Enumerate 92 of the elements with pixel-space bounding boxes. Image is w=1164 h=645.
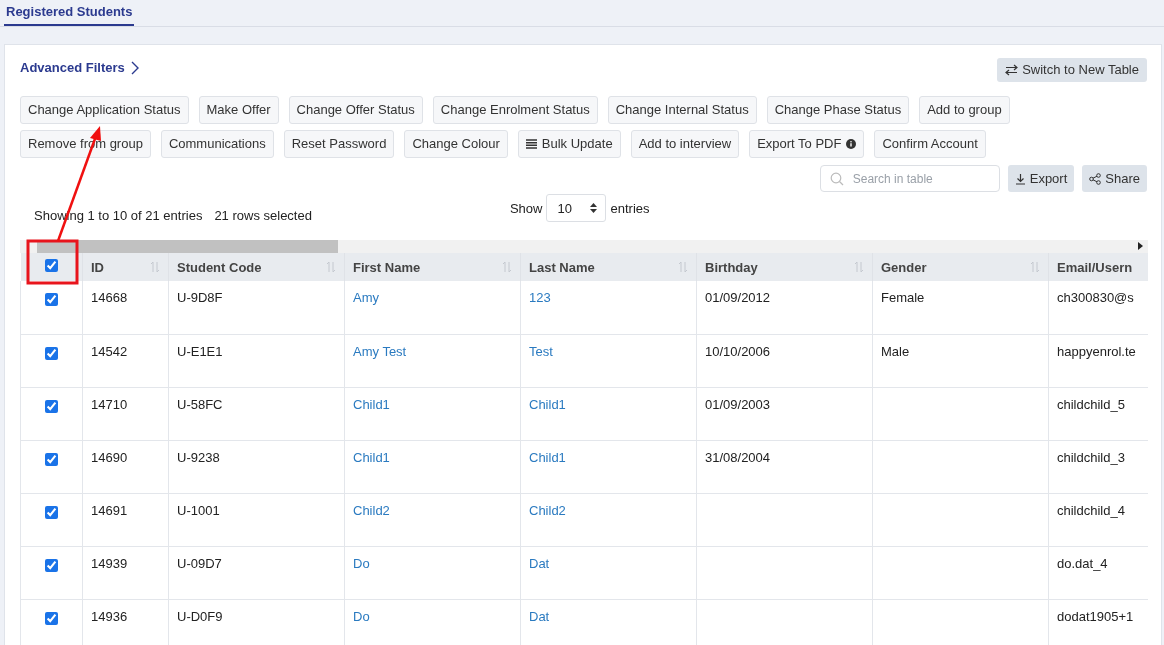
table-cell: U-1001	[177, 502, 220, 518]
row-checkbox[interactable]	[45, 399, 58, 413]
table-cell: 14936	[91, 608, 128, 624]
row-checkbox[interactable]	[45, 452, 58, 466]
row-checkbox[interactable]	[45, 293, 58, 306]
sort-icon	[150, 261, 160, 273]
table-cell: Female	[881, 290, 925, 305]
table-cell: 01/09/2012	[705, 290, 771, 305]
table-cell: U-D0F9	[177, 608, 223, 624]
tab[interactable]: Registered Students	[4, 0, 135, 26]
action-button[interactable]: Change Phase Status	[766, 96, 910, 124]
name-link[interactable]: Child1	[353, 396, 390, 412]
info-icon	[846, 138, 857, 149]
table-cell: 14710	[91, 396, 128, 412]
table-cell: 14668	[91, 290, 128, 305]
list-icon	[525, 138, 537, 149]
table-cell: U-09D7	[177, 555, 222, 571]
selection-count: 21 rows selected	[214, 207, 312, 223]
action-button[interactable]: Confirm Account	[874, 130, 986, 158]
column-header[interactable]: Gender	[881, 259, 927, 275]
row-checkbox[interactable]	[45, 346, 58, 360]
action-button[interactable]: Change Colour	[404, 130, 508, 158]
action-button[interactable]: Change Offer Status	[288, 96, 423, 124]
row-checkbox[interactable]	[45, 558, 58, 572]
swap-arrows-icon	[1005, 63, 1019, 76]
table-cell: 14542	[91, 343, 128, 359]
row-checkbox[interactable]	[45, 505, 58, 519]
table-cell: U-9238	[177, 449, 220, 465]
horizontal-scrollbar[interactable]	[20, 240, 1148, 253]
show-label: Show	[509, 200, 543, 216]
action-button[interactable]: Bulk Update	[517, 130, 621, 158]
sort-icon	[326, 261, 336, 273]
share-icon	[1089, 172, 1102, 185]
action-button[interactable]: Add to interview	[630, 130, 740, 158]
table-cell: childchild_3	[1057, 449, 1125, 465]
table-cell: U-E1E1	[177, 343, 223, 359]
table-cell: dodat1905+1	[1057, 608, 1134, 624]
table-cell: 31/08/2004	[705, 449, 771, 465]
name-link[interactable]: 123	[529, 290, 551, 305]
table-cell: 14690	[91, 449, 128, 465]
action-button[interactable]: Add to group	[919, 96, 1010, 124]
column-header[interactable]: Birthday	[705, 259, 758, 275]
page-length-select[interactable]: 10	[546, 194, 607, 222]
table-cell: 10/10/2006	[705, 343, 771, 359]
name-link[interactable]: Test	[529, 343, 553, 359]
download-icon	[1014, 172, 1026, 185]
action-button[interactable]: Change Application Status	[20, 96, 189, 124]
name-link[interactable]: Amy Test	[353, 343, 407, 359]
table-cell: happyenrol.te	[1057, 343, 1136, 359]
name-link[interactable]: Child1	[529, 396, 566, 412]
advanced-filters-link[interactable]: Advanced Filters	[20, 60, 139, 75]
table-cell: childchild_5	[1057, 396, 1125, 412]
action-button[interactable]: Make Offer	[198, 96, 279, 124]
highlight-frame	[26, 239, 79, 285]
switch-table-button[interactable]: Switch to New Table	[997, 58, 1147, 82]
chevron-right-icon	[130, 60, 139, 75]
select-all-checkbox[interactable]	[44, 259, 58, 272]
table-cell: childchild_4	[1057, 502, 1125, 518]
export-button[interactable]: Export	[1007, 165, 1075, 192]
action-button[interactable]: Change Internal Status	[607, 96, 757, 124]
search-field[interactable]: Search in table	[819, 165, 1000, 192]
name-link[interactable]: Child2	[353, 502, 390, 518]
share-button[interactable]: Share	[1082, 165, 1147, 192]
entries-label: entries	[610, 200, 650, 216]
name-link[interactable]: Child1	[529, 449, 566, 465]
action-button[interactable]: Reset Password	[283, 130, 395, 158]
table-cell: 14939	[91, 555, 128, 571]
table-cell: Male	[881, 343, 910, 359]
name-link[interactable]: Dat	[529, 608, 550, 624]
table-cell: 14691	[91, 502, 128, 518]
name-link[interactable]: Dat	[529, 555, 550, 571]
name-link[interactable]: Child2	[529, 502, 566, 518]
name-link[interactable]: Child1	[353, 449, 390, 465]
table-cell: 01/09/2003	[705, 396, 771, 412]
sort-icon	[678, 261, 688, 273]
name-link[interactable]: Amy	[353, 290, 379, 305]
name-link[interactable]: Do	[353, 608, 370, 624]
row-checkbox[interactable]	[45, 611, 58, 625]
column-header[interactable]: ID	[91, 259, 104, 275]
sort-caret-icon	[590, 203, 598, 213]
sort-icon	[854, 261, 864, 273]
table-cell: do.dat_4	[1057, 555, 1108, 571]
action-button[interactable]: Communications	[160, 130, 274, 158]
table-cell: U-58FC	[177, 396, 223, 412]
action-button[interactable]: Export To PDF	[749, 130, 865, 158]
table-cell: U-9D8F	[177, 290, 223, 305]
action-button[interactable]: Change Enrolment Status	[432, 96, 598, 124]
name-link[interactable]: Do	[353, 555, 370, 571]
sort-icon	[502, 261, 512, 273]
scroll-right-icon	[1138, 242, 1143, 250]
sort-icon	[1030, 261, 1040, 273]
table-cell: ch300830@s	[1057, 290, 1134, 305]
